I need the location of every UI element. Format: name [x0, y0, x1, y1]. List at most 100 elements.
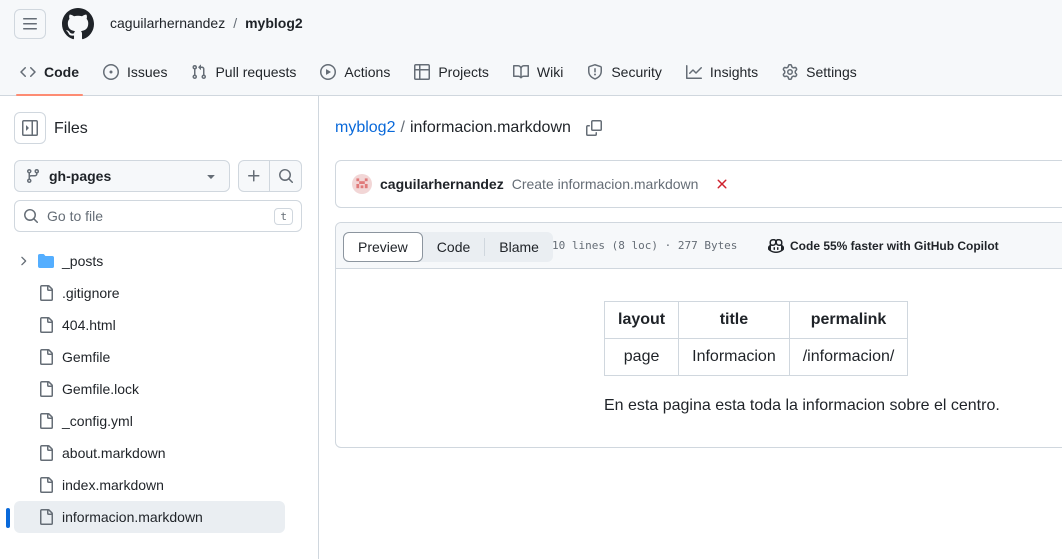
copy-path-button[interactable]	[585, 120, 602, 136]
tab-insights[interactable]: Insights	[674, 54, 770, 90]
tab-projects[interactable]: Projects	[402, 54, 501, 90]
tab-label: Code	[44, 64, 79, 80]
file-icon	[40, 413, 53, 429]
table-row: page Informacion /informacion/	[603, 338, 909, 376]
file-icon	[40, 477, 53, 493]
file-icon	[40, 381, 53, 397]
tab-label: Wiki	[536, 64, 564, 80]
chevron-right-icon[interactable]	[16, 254, 30, 268]
tree-item-gemfile-lock[interactable]: Gemfile.lock	[0, 373, 319, 405]
branch-selector[interactable]: gh-pages	[14, 160, 230, 192]
tree-item-404[interactable]: 404.html	[0, 309, 319, 341]
file-tree: _posts .gitignore 404.html Gemfile Gemfi…	[0, 245, 319, 533]
x-icon	[717, 179, 727, 189]
tree-item-label: index.markdown	[62, 477, 164, 493]
blame-view-button[interactable]: Blame	[485, 232, 553, 262]
preview-view-button[interactable]: Preview	[343, 232, 423, 262]
tree-item-gitignore[interactable]: .gitignore	[0, 277, 319, 309]
issue-icon	[103, 64, 119, 80]
view-mode-switcher: Preview Code Blame	[343, 232, 553, 262]
tree-item-label: Gemfile.lock	[62, 381, 140, 397]
tab-issues[interactable]: Issues	[91, 54, 179, 90]
tree-item-config[interactable]: _config.yml	[0, 405, 319, 437]
file-icon	[40, 509, 53, 525]
table-cell: page	[603, 338, 680, 376]
tree-item-informacion[interactable]: informacion.markdown	[0, 501, 319, 533]
preview-paragraph: En esta pagina esta toda la informacion …	[604, 397, 1000, 414]
sidebar-collapse-icon	[22, 120, 38, 136]
graph-icon	[685, 65, 702, 79]
tab-actions[interactable]: Actions	[308, 54, 402, 90]
tree-item-posts[interactable]: _posts	[0, 245, 319, 277]
commit-status-failed[interactable]	[714, 176, 730, 192]
table-cell: Informacion	[678, 338, 790, 376]
search-code-button[interactable]	[269, 160, 302, 192]
tab-label: Actions	[344, 64, 391, 80]
hamburger-icon	[23, 18, 37, 30]
table-header-row: layout title permalink	[603, 301, 909, 339]
search-icon	[278, 169, 293, 184]
tab-settings[interactable]: Settings	[770, 54, 869, 90]
commit-message[interactable]: Create informacion.markdown	[512, 176, 699, 192]
table-header-cell: permalink	[788, 301, 909, 339]
tab-pull-requests[interactable]: Pull requests	[179, 54, 308, 90]
code-view-button[interactable]: Code	[423, 232, 484, 262]
tree-item-label: _posts	[62, 253, 104, 269]
tree-item-label: _config.yml	[62, 413, 133, 429]
repo-header: caguilarhernandez / myblog2 Code Issues …	[0, 0, 1062, 96]
breadcrumb-repo-link[interactable]: myblog2	[335, 119, 395, 137]
file-info: 10 lines (8 loc) · 277 Bytes	[552, 239, 738, 252]
tab-label: Insights	[709, 64, 759, 80]
table-cell: /informacion/	[788, 338, 909, 376]
search-icon	[24, 209, 39, 224]
breadcrumb-separator: /	[233, 15, 238, 31]
file-icon	[40, 349, 53, 365]
tree-item-label: about.markdown	[62, 445, 166, 461]
latest-commit-box: caguilarhernandez Create informacion.mar…	[335, 160, 1062, 208]
tab-code[interactable]: Code	[8, 54, 91, 96]
tab-label: Pull requests	[215, 64, 297, 80]
tab-wiki[interactable]: Wiki	[501, 54, 575, 90]
breadcrumb-separator: /	[400, 119, 405, 136]
menu-button[interactable]	[14, 9, 46, 39]
file-icon	[40, 445, 53, 461]
keyboard-shortcut: t	[274, 207, 293, 225]
shield-icon	[588, 64, 603, 80]
tab-label: Settings	[806, 64, 857, 80]
github-logo-icon[interactable]	[62, 8, 94, 40]
tab-label: Security	[611, 64, 662, 80]
triangle-down-icon	[207, 175, 215, 179]
identicon-icon	[356, 178, 368, 189]
file-viewer: Preview Code Blame 10 lines (8 loc) · 27…	[335, 222, 1062, 448]
copy-icon	[585, 120, 602, 136]
add-file-button[interactable]	[238, 160, 270, 192]
tab-label: Issues	[127, 64, 168, 80]
copilot-promo-link[interactable]: Code 55% faster with GitHub Copilot	[768, 238, 999, 254]
repo-link[interactable]: myblog2	[245, 15, 303, 31]
tab-label: Projects	[438, 64, 489, 80]
commit-author[interactable]: caguilarhernandez	[380, 176, 504, 192]
file-breadcrumb: myblog2 / informacion.markdown	[335, 119, 602, 137]
folder-icon	[38, 254, 54, 268]
tree-item-index[interactable]: index.markdown	[0, 469, 319, 501]
code-icon	[20, 67, 36, 77]
front-matter-table: layout title permalink page Informacion …	[603, 301, 909, 376]
collapse-sidebar-button[interactable]	[14, 112, 46, 144]
gear-icon	[782, 64, 798, 80]
breadcrumb-file-name: informacion.markdown	[409, 119, 571, 136]
owner-link[interactable]: caguilarhernandez	[110, 15, 225, 31]
tree-item-gemfile[interactable]: Gemfile	[0, 341, 319, 373]
go-to-file-placeholder: Go to file	[47, 208, 104, 224]
tab-security[interactable]: Security	[575, 54, 674, 90]
copilot-promo-text: Code 55% faster with GitHub Copilot	[790, 239, 999, 253]
file-tree-sidebar: Files gh-pages Go to file t _posts .giti…	[0, 96, 319, 559]
file-viewer-header: Preview Code Blame 10 lines (8 loc) · 27…	[336, 223, 1062, 269]
avatar[interactable]	[352, 174, 372, 194]
repo-nav: Code Issues Pull requests Actions Projec…	[0, 54, 869, 96]
file-icon	[40, 317, 53, 333]
repo-breadcrumb: caguilarhernandez / myblog2	[110, 15, 303, 31]
sidebar-title: Files	[54, 120, 88, 137]
go-to-file-input[interactable]: Go to file t	[14, 200, 302, 232]
tree-item-label: informacion.markdown	[62, 509, 203, 525]
tree-item-about[interactable]: about.markdown	[0, 437, 319, 469]
